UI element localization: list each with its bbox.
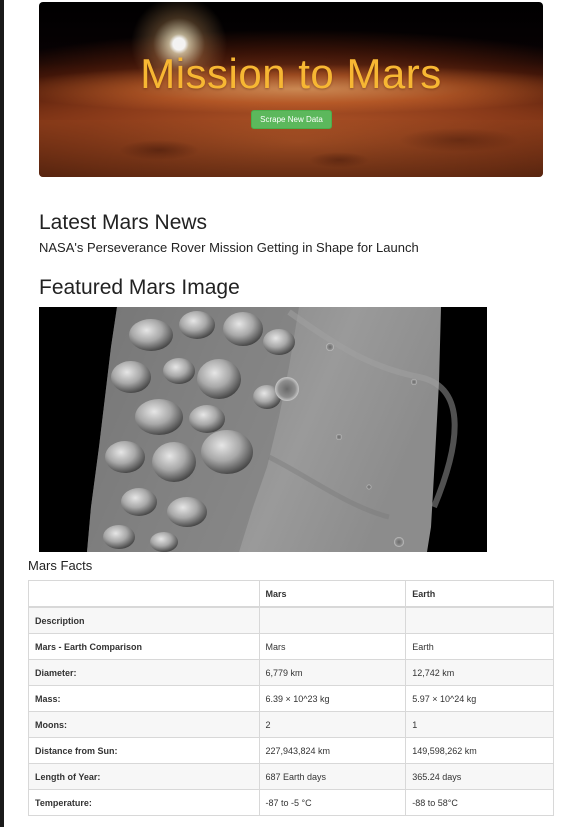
- left-border: [0, 0, 4, 827]
- earth-value: 365.24 days: [405, 763, 554, 790]
- row-label: Diameter:: [28, 659, 260, 686]
- mars-surface-picture: [39, 307, 487, 552]
- earth-value: Earth: [405, 633, 554, 660]
- row-label: Mars - Earth Comparison: [28, 633, 260, 660]
- row-label: Length of Year:: [28, 763, 260, 790]
- earth-value: 12,742 km: [405, 659, 554, 686]
- news-title: NASA's Perseverance Rover Mission Gettin…: [39, 240, 419, 255]
- mars-value: 227,943,824 km: [258, 737, 407, 764]
- latest-news-heading: Latest Mars News: [39, 211, 208, 234]
- scrape-new-data-button[interactable]: Scrape New Data: [251, 110, 332, 129]
- row-label: Distance from Sun:: [28, 737, 260, 764]
- earth-value: 5.97 × 10^24 kg: [405, 685, 554, 712]
- column-header: [28, 580, 260, 608]
- row-label: Mass:: [28, 685, 260, 712]
- table-row: Mars - Earth Comparison Mars Earth: [28, 633, 554, 660]
- column-header-mars: Mars: [258, 580, 407, 608]
- mars-facts-table: Mars Earth Description Mars - Earth Comp…: [28, 580, 554, 816]
- row-label: Moons:: [28, 711, 260, 738]
- mars-value: Mars: [258, 633, 407, 660]
- table-row: Diameter: 6,779 km 12,742 km: [28, 659, 554, 686]
- featured-mars-image: [39, 307, 487, 552]
- earth-value: [405, 606, 554, 634]
- table-row: Moons: 2 1: [28, 711, 554, 738]
- page-title: Mission to Mars: [140, 50, 442, 97]
- table-header-row: Mars Earth: [28, 580, 554, 608]
- mars-value: [258, 606, 407, 634]
- table-row: Length of Year: 687 Earth days 365.24 da…: [28, 763, 554, 790]
- mars-value: -87 to -5 °C: [258, 789, 407, 816]
- table-row: Description: [28, 606, 554, 634]
- earth-value: -88 to 58°C: [405, 789, 554, 816]
- earth-value: 149,598,262 km: [405, 737, 554, 764]
- row-label: Temperature:: [28, 789, 260, 816]
- earth-value: 1: [405, 711, 554, 738]
- table-row: Distance from Sun: 227,943,824 km 149,59…: [28, 737, 554, 764]
- mars-value: 6,779 km: [258, 659, 407, 686]
- table-row: Temperature: -87 to -5 °C -88 to 58°C: [28, 789, 554, 816]
- featured-image-heading: Featured Mars Image: [39, 276, 240, 299]
- mars-value: 6.39 × 10^23 kg: [258, 685, 407, 712]
- table-row: Mass: 6.39 × 10^23 kg 5.97 × 10^24 kg: [28, 685, 554, 712]
- hero-banner: Mission to Mars Scrape New Data: [39, 2, 543, 177]
- mars-value: 2: [258, 711, 407, 738]
- mars-value: 687 Earth days: [258, 763, 407, 790]
- mars-facts-label: Mars Facts: [28, 558, 93, 573]
- column-header-earth: Earth: [405, 580, 554, 608]
- row-label: Description: [28, 606, 260, 634]
